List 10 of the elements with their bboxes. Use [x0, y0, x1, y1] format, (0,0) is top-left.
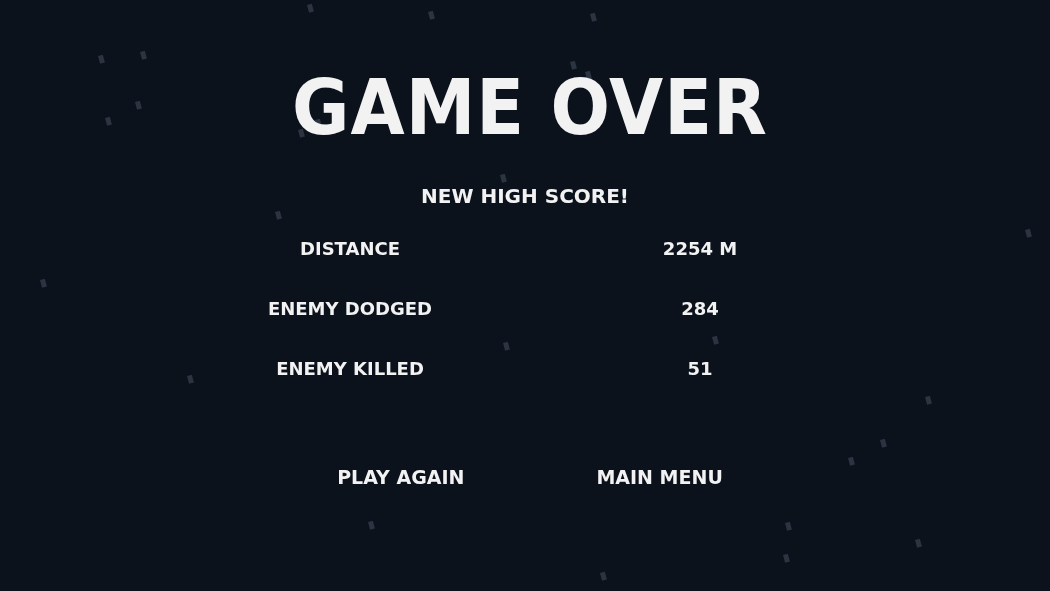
game-over-title: GAME OVER: [292, 64, 768, 152]
play-again-button[interactable]: PLAY AGAIN: [331, 462, 471, 492]
stat-label: DISTANCE: [299, 238, 401, 260]
stat-value: 284: [680, 298, 720, 320]
stat-value: 2254 M: [661, 238, 739, 260]
stat-label: ENEMY KILLED: [275, 358, 425, 380]
stat-value: 51: [686, 358, 714, 380]
main-menu-button[interactable]: MAIN MENU: [590, 462, 729, 492]
high-score-message: NEW HIGH SCORE!: [421, 184, 629, 208]
stat-label: ENEMY DODGED: [266, 298, 434, 320]
